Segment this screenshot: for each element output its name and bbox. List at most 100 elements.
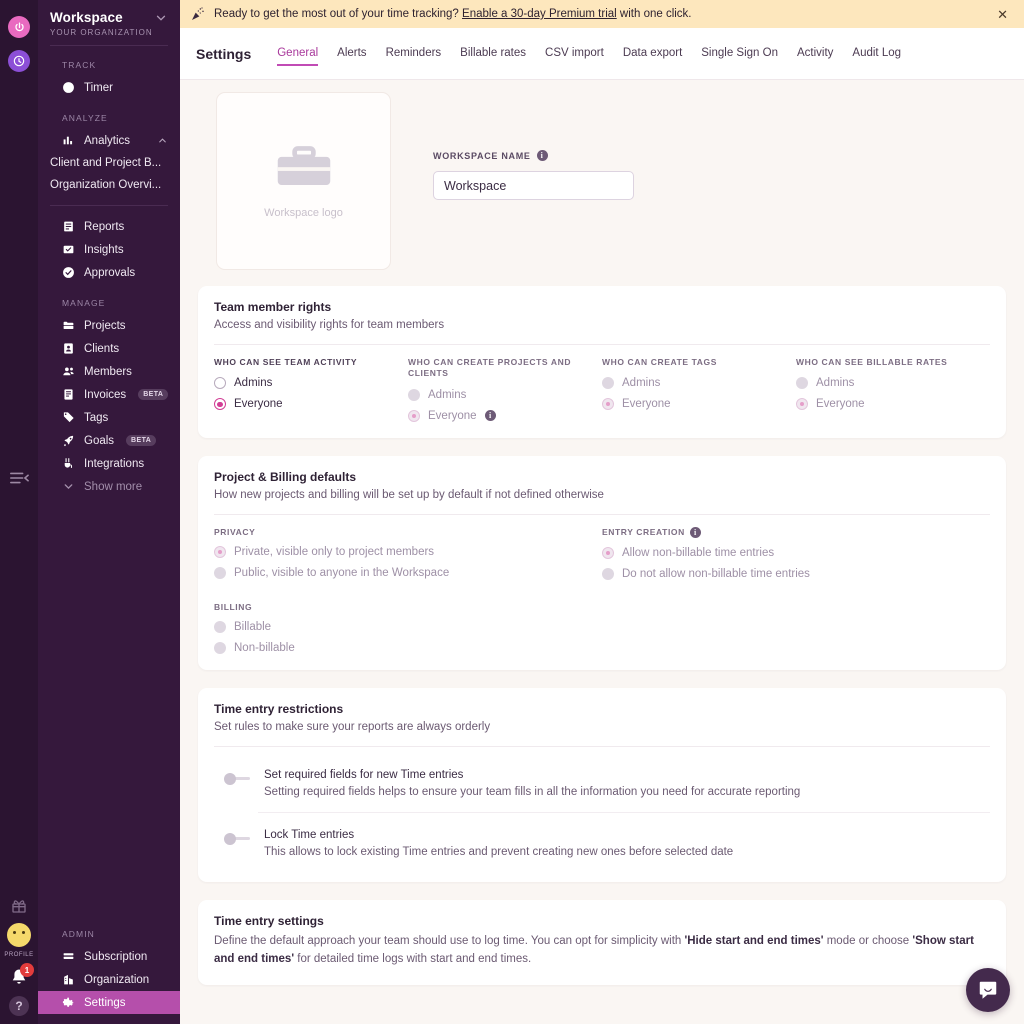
rights-columns: WHO CAN SEE TEAM ACTIVITY Admins Everyon… [214,357,990,422]
group-label: WHO CAN CREATE TAGS [602,357,717,367]
notifications-button[interactable]: 1 [9,963,34,987]
workspace-switcher[interactable]: Workspace YOUR ORGANIZATION [38,0,180,45]
option-label: Everyone [234,398,283,411]
rights-group-create-tags: WHO CAN CREATE TAGS Admins Everyone [602,357,796,422]
group-label: WHO CAN SEE TEAM ACTIVITY [214,357,358,367]
workspace-name-label: WORKSPACE NAME i [433,150,634,161]
tab-alerts[interactable]: Alerts [337,43,366,65]
time-entry-settings-card: Time entry settings Define the default a… [198,899,1006,985]
radio-icon [602,398,614,411]
sidebar-item-approvals[interactable]: Approvals [38,261,180,284]
option-label: Private, visible only to project members [234,545,435,558]
info-icon[interactable]: i [484,410,496,422]
radio-icon [602,377,614,390]
sidebar-item-label: Show more [84,480,143,493]
avatar[interactable] [7,923,31,947]
sidebar-item-label: Tags [84,411,109,424]
group-label: PRIVACY [214,526,256,537]
radio-option-billable: Billable [214,620,990,633]
lock-time-entries-toggle[interactable] [224,832,250,845]
bar-chart-icon [62,134,75,147]
sidebar: Workspace YOUR ORGANIZATION TRACK Timer … [38,0,180,1024]
intercom-launcher-button[interactable] [966,968,1010,1012]
rail-bottom-group: PROFILE 1 ? [0,898,38,1016]
sidebar-divider [50,205,168,206]
sidebar-item-insights[interactable]: Insights [38,238,180,261]
radio-option-everyone: Everyone [602,398,796,411]
rights-group-billable-rates: WHO CAN SEE BILLABLE RATES Admins Everyo… [796,357,990,422]
tab-data-export[interactable]: Data export [623,43,682,65]
sidebar-item-analytics[interactable]: Analytics [38,129,180,152]
chevron-down-icon[interactable] [154,11,168,25]
premium-trial-link[interactable]: Enable a 30-day Premium trial [462,8,617,20]
clock-icon[interactable] [8,50,30,72]
folder-icon [62,319,75,332]
defaults-columns: PRIVACY Private, visible only to project… [214,526,990,580]
info-icon[interactable]: i [536,150,548,161]
divider [214,344,990,345]
tab-billable-rates[interactable]: Billable rates [460,43,526,65]
tab-reminders[interactable]: Reminders [386,43,442,65]
radio-option-everyone[interactable]: Everyone [214,398,408,411]
sidebar-item-organization-overview[interactable]: Organization Overvi... [38,174,180,196]
option-label: Non-billable [234,641,295,654]
tab-audit-log[interactable]: Audit Log [852,43,901,65]
radio-icon[interactable] [214,398,226,411]
power-icon[interactable] [8,16,30,38]
sidebar-item-projects[interactable]: Projects [38,314,180,337]
sidebar-section-admin: ADMIN [62,929,95,939]
radio-option-private: Private, visible only to project members [214,545,602,558]
chevron-up-icon[interactable] [157,135,168,146]
sidebar-item-goals[interactable]: Goals BETA [38,429,180,452]
sidebar-item-label: Projects [84,319,126,332]
beta-badge: BETA [138,389,169,400]
restriction-title: Set required fields for new Time entries [264,768,464,781]
sidebar-item-tags[interactable]: Tags [38,406,180,429]
option-label: Billable [234,620,272,633]
card-title: Time entry settings [214,913,324,928]
sidebar-item-members[interactable]: Members [38,360,180,383]
rights-group-create-projects-clients: WHO CAN CREATE PROJECTS AND CLIENTS Admi… [408,357,602,422]
tab-activity[interactable]: Activity [797,43,833,65]
card-subtitle: Set rules to make sure your reports are … [214,720,491,733]
workspace-title: Workspace [50,10,123,25]
card-icon [62,950,75,963]
sidebar-item-show-more[interactable]: Show more [38,475,180,498]
tab-general[interactable]: General [277,43,318,66]
sidebar-item-timer[interactable]: Timer [38,76,180,99]
party-popper-icon [190,6,206,22]
card-title: Project & Billing defaults [214,469,357,484]
sidebar-item-reports[interactable]: Reports [38,215,180,238]
tab-single-sign-on[interactable]: Single Sign On [701,43,778,65]
workspace-logo-upload[interactable]: Workspace logo [216,92,391,270]
sidebar-item-subscription[interactable]: Subscription [38,945,180,968]
icon-rail: PROFILE 1 ? [0,0,38,1024]
required-fields-toggle[interactable] [224,772,250,785]
sidebar-item-clients[interactable]: Clients [38,337,180,360]
sidebar-item-integrations[interactable]: Integrations [38,452,180,475]
sidebar-admin-group: ADMIN Subscription Organization Settings [38,915,180,1024]
card-subtitle: Access and visibility rights for team me… [214,319,445,331]
gift-icon[interactable] [11,898,27,914]
radio-option-everyone: Everyone [796,398,990,411]
tes-desc-2: mode or choose [823,934,913,947]
rights-group-team-activity: WHO CAN SEE TEAM ACTIVITY Admins Everyon… [214,357,408,422]
workspace-logo-caption: Workspace logo [264,207,343,219]
sidebar-item-client-project-breakdown[interactable]: Client and Project B... [38,152,180,174]
close-icon[interactable]: ✕ [993,6,1012,23]
workspace-name-input[interactable] [433,171,634,200]
sidebar-item-organization[interactable]: Organization [38,968,180,991]
option-label: Everyone [622,398,671,411]
promo-banner: Ready to get the most out of your time t… [180,0,1024,28]
card-subtitle: How new projects and billing will be set… [214,488,604,501]
tab-csv-import[interactable]: CSV import [545,43,604,65]
sidebar-item-settings[interactable]: Settings [38,991,180,1014]
info-icon[interactable]: i [689,526,701,538]
radio-icon[interactable] [214,377,226,390]
help-icon[interactable]: ? [9,996,29,1016]
collapse-sidebar-icon[interactable] [9,470,29,486]
divider [214,745,990,747]
sidebar-item-invoices[interactable]: Invoices BETA [38,383,180,406]
radio-option-admins[interactable]: Admins [214,377,408,390]
sidebar-item-label: Members [84,365,132,378]
